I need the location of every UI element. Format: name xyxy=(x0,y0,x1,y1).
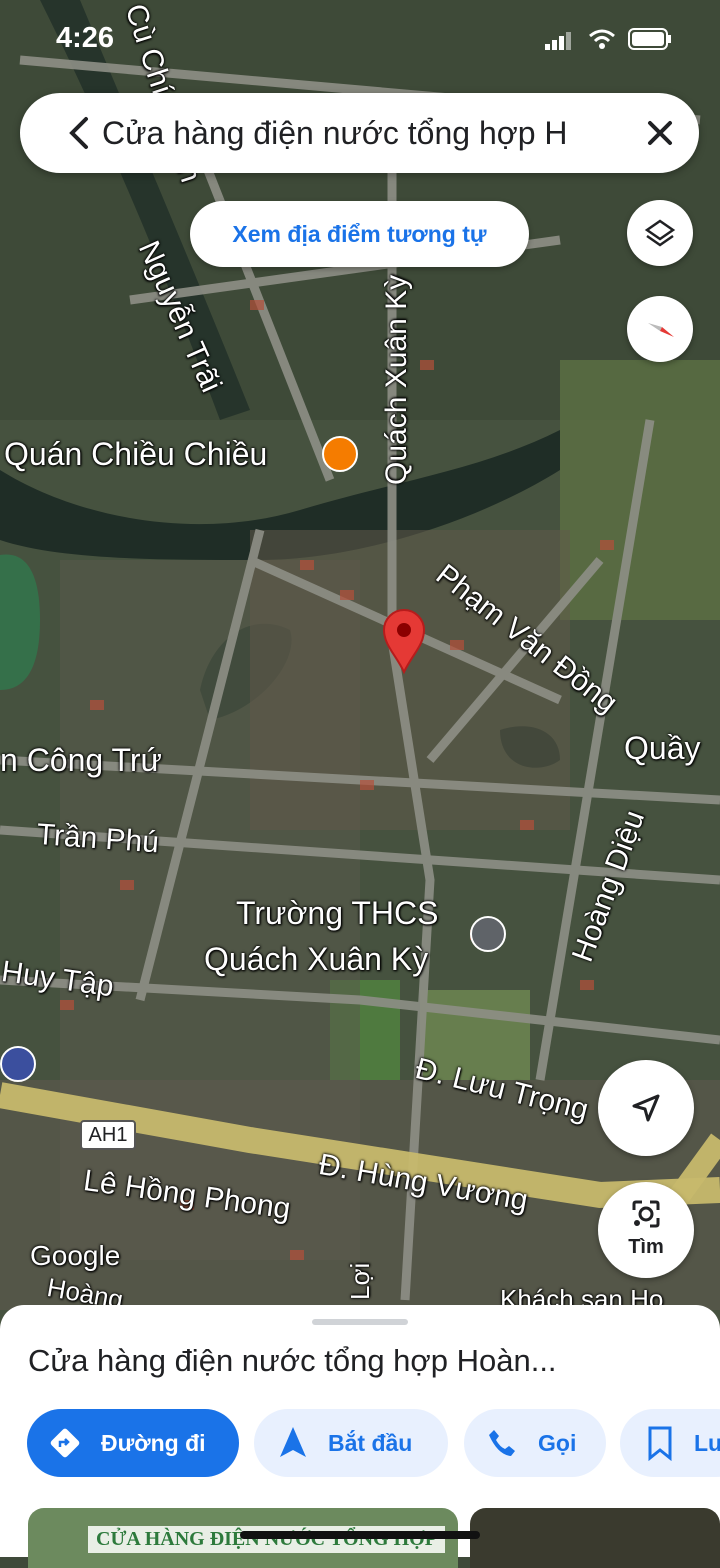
start-button[interactable]: Bắt đầu xyxy=(254,1409,448,1477)
sheet-drag-handle[interactable] xyxy=(312,1319,408,1325)
street-label-loi: Lợi xyxy=(345,1262,375,1300)
place-label-quan-chieu-chieu: Quán Chiều Chiều xyxy=(4,436,268,472)
search-bar[interactable]: Cửa hàng điện nước tổng hợp H xyxy=(20,93,699,173)
call-label: Gọi xyxy=(538,1430,577,1456)
navigation-arrow-icon xyxy=(280,1427,306,1457)
save-button[interactable]: Lư xyxy=(620,1409,720,1477)
google-lens-icon xyxy=(632,1200,660,1228)
call-button[interactable]: Gọi xyxy=(464,1409,606,1477)
place-label-school-line1: Trường THCS xyxy=(236,895,439,931)
status-time: 4:26 xyxy=(56,22,115,54)
wifi-icon xyxy=(589,29,615,49)
compass-button[interactable] xyxy=(627,296,693,362)
battery-icon xyxy=(628,28,671,50)
google-watermark: Google xyxy=(30,1240,121,1271)
restaurant-icon[interactable] xyxy=(322,436,358,472)
lens-label: Tìm xyxy=(628,1236,664,1258)
school-icon[interactable] xyxy=(470,916,506,952)
my-location-button[interactable] xyxy=(598,1060,694,1156)
layers-icon xyxy=(644,219,676,247)
similar-places-chip[interactable]: Xem địa điểm tương tự xyxy=(190,201,529,267)
place-photo-2[interactable] xyxy=(470,1508,720,1568)
close-icon[interactable] xyxy=(638,111,682,155)
start-label: Bắt đầu xyxy=(328,1430,413,1456)
search-query[interactable]: Cửa hàng điện nước tổng hợp H xyxy=(102,111,617,155)
parking-icon[interactable] xyxy=(0,1046,36,1082)
street-label-cong-tru: n Công Trứ xyxy=(0,742,162,778)
route-shield-ah1: AH1 xyxy=(80,1120,136,1150)
phone-icon xyxy=(489,1430,515,1456)
lens-search-button[interactable]: Tìm xyxy=(598,1182,694,1278)
place-label-quay: Quầy xyxy=(624,730,701,766)
back-arrow-icon[interactable] xyxy=(62,111,98,155)
place-label-school-line2: Quách Xuân Kỳ xyxy=(204,941,429,977)
place-bottom-sheet[interactable]: Cửa hàng điện nước tổng hợp Hoàn... Đườn… xyxy=(0,1305,720,1568)
status-bar: 4:26 xyxy=(0,0,720,80)
signal-icon xyxy=(545,32,571,50)
layers-button[interactable] xyxy=(627,200,693,266)
compass-icon xyxy=(648,323,674,337)
save-label: Lư xyxy=(694,1430,720,1456)
directions-icon xyxy=(50,1428,80,1458)
bookmark-icon xyxy=(648,1426,672,1461)
directions-label: Đường đi xyxy=(101,1430,206,1456)
street-label-quach-xuan-ky: Quách Xuân Kỳ xyxy=(380,274,413,485)
place-title: Cửa hàng điện nước tổng hợp Hoàn... xyxy=(28,1343,557,1378)
directions-button[interactable]: Đường đi xyxy=(27,1409,239,1477)
home-indicator[interactable] xyxy=(240,1531,480,1539)
my-location-icon xyxy=(632,1094,660,1122)
